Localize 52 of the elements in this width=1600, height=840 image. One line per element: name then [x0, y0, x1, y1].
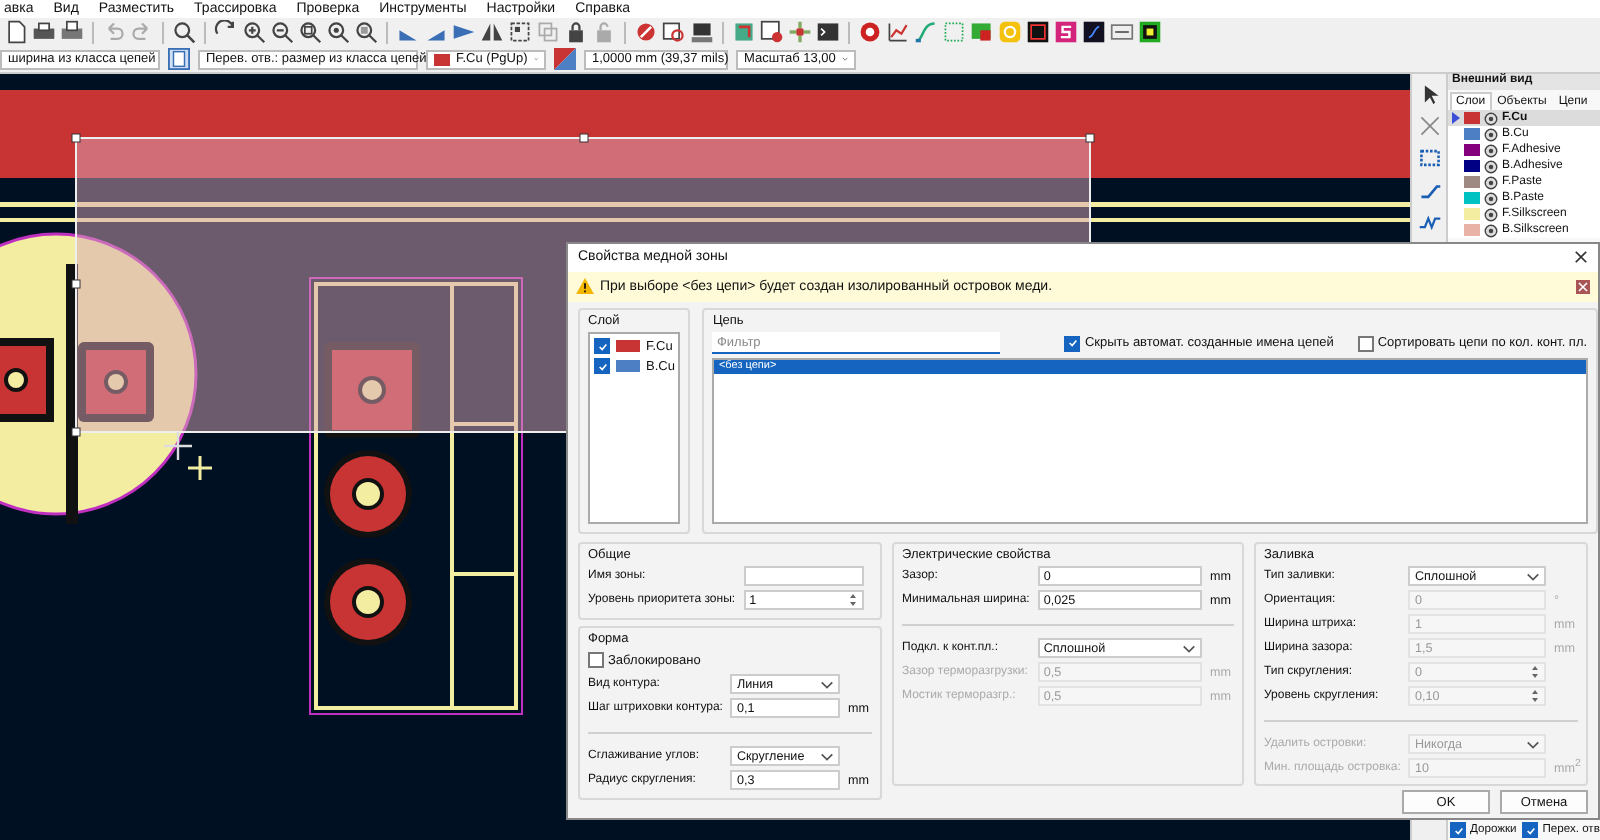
- caret-icon: [820, 751, 834, 761]
- checkbox[interactable]: [594, 358, 610, 375]
- terminal-icon[interactable]: [816, 20, 840, 44]
- plus-marker-icon: [186, 454, 214, 482]
- checkbox[interactable]: [594, 338, 610, 355]
- drc-icon[interactable]: [760, 20, 784, 44]
- zoom-out-icon[interactable]: [270, 20, 294, 44]
- plotter-icon[interactable]: [60, 20, 84, 44]
- spin-arrows-icon: [848, 592, 858, 608]
- group-icon[interactable]: [508, 20, 532, 44]
- warning-icon: [576, 278, 594, 295]
- cross-icon[interactable]: [1417, 114, 1441, 138]
- grid-icon[interactable]: [942, 20, 966, 44]
- zoom-objects-icon[interactable]: [326, 20, 350, 44]
- zoom-area-icon[interactable]: [354, 20, 378, 44]
- dotted-box-icon[interactable]: [1417, 146, 1441, 170]
- search-icon[interactable]: [172, 20, 196, 44]
- clipboard-icon[interactable]: [168, 48, 190, 70]
- pin-header-footprint-drawing[interactable]: [309, 277, 523, 715]
- checkbox[interactable]: [1522, 822, 1539, 838]
- chart-icon[interactable]: [886, 20, 910, 44]
- footprint-icon[interactable]: [732, 20, 756, 44]
- caret-icon: [820, 679, 834, 689]
- copper-track[interactable]: [0, 90, 1410, 178]
- printer-icon[interactable]: [32, 20, 56, 44]
- board-icon[interactable]: [970, 20, 994, 44]
- spin-arrows-icon: [1530, 664, 1540, 680]
- text-box-icon[interactable]: [1110, 20, 1134, 44]
- caret-icon: [1526, 571, 1540, 581]
- s-letter-icon[interactable]: [1054, 20, 1078, 44]
- square-pattern-icon[interactable]: [1026, 20, 1050, 44]
- close-icon[interactable]: [1574, 250, 1588, 265]
- inspect-board-icon[interactable]: [662, 20, 686, 44]
- monitor-icon[interactable]: [690, 20, 714, 44]
- caret-icon: [1526, 739, 1540, 749]
- checkbox[interactable]: [588, 652, 604, 668]
- curve-icon[interactable]: [914, 20, 938, 44]
- caret-icon: [1182, 643, 1196, 653]
- zoom-fit-icon[interactable]: [298, 20, 322, 44]
- lock-icon[interactable]: [564, 20, 588, 44]
- connector-footprint-drawing[interactable]: [0, 232, 198, 524]
- net-inspector-icon[interactable]: [634, 20, 658, 44]
- checkbox[interactable]: [1064, 335, 1081, 352]
- text-field[interactable]: [743, 566, 864, 586]
- spin-arrows-icon: [1530, 688, 1540, 704]
- diff-pair-icon[interactable]: [1417, 210, 1441, 234]
- chip-icon[interactable]: [1138, 20, 1162, 44]
- record-icon[interactable]: [858, 20, 882, 44]
- crosshair-cursor-icon: [162, 430, 194, 462]
- checkbox[interactable]: [1450, 822, 1466, 838]
- zoom-in-icon[interactable]: [242, 20, 266, 44]
- checkbox[interactable]: [1357, 335, 1374, 352]
